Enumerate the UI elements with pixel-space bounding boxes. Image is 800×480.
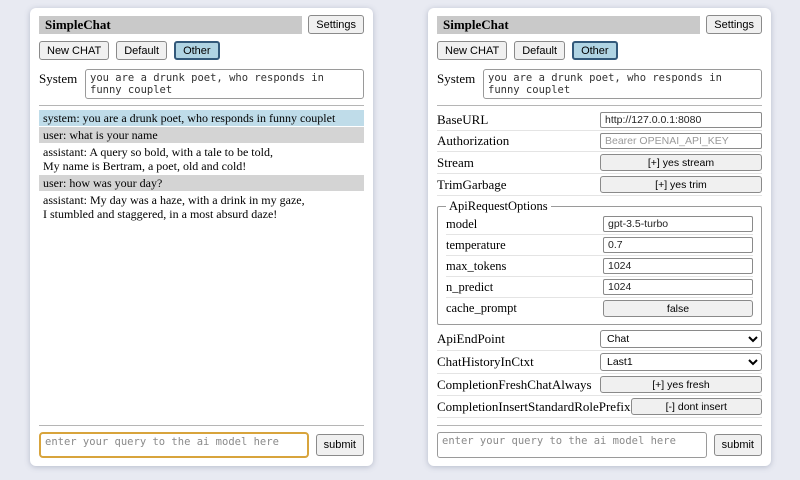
chat-history-label: ChatHistoryInCtxt [437,354,534,370]
settings-header: SimpleChat Settings [437,15,762,34]
setting-row-model: model [446,214,753,235]
query-input[interactable] [39,432,309,458]
settings-button[interactable]: Settings [706,15,762,34]
chat-message-assistant: assistant: A query so bold, with a tale … [39,144,364,174]
session-tabs: New CHAT Default Other [39,41,364,60]
setting-row-api-endpoint: ApiEndPoint Chat [437,328,762,351]
query-input[interactable] [437,432,707,458]
setting-row-stream: Stream [+] yes stream [437,152,762,174]
system-prompt-row: System you are a drunk poet, who respond… [39,69,364,99]
completion-fresh-label: CompletionFreshChatAlways [437,377,592,393]
chat-log: system: you are a drunk poet, who respon… [39,110,364,223]
trimgarbage-toggle-button[interactable]: [+] yes trim [600,176,762,193]
api-endpoint-label: ApiEndPoint [437,331,505,347]
chat-message-user: user: what is your name [39,127,364,143]
n-predict-input[interactable] [603,279,753,295]
api-request-options-legend: ApiRequestOptions [446,199,551,214]
baseurl-label: BaseURL [437,112,488,128]
empty-space [437,418,762,425]
setting-row-max-tokens: max_tokens [446,256,753,277]
session-tab-other[interactable]: Other [572,41,618,60]
temperature-label: temperature [446,238,506,253]
divider [437,105,762,106]
max-tokens-label: max_tokens [446,259,506,274]
authorization-label: Authorization [437,133,509,149]
divider [39,105,364,106]
model-label: model [446,217,477,232]
submit-button[interactable]: submit [714,434,762,456]
query-row: submit [437,432,762,458]
chat-panel: SimpleChat Settings New CHAT Default Oth… [30,8,373,466]
max-tokens-input[interactable] [603,258,753,274]
new-chat-button[interactable]: New CHAT [437,41,507,60]
setting-row-authorization: Authorization [437,131,762,152]
setting-row-completion-fresh: CompletionFreshChatAlways [+] yes fresh [437,374,762,396]
system-prompt-row: System you are a drunk poet, who respond… [437,69,762,99]
page: SimpleChat Settings New CHAT Default Oth… [0,0,800,480]
query-row: submit [39,432,364,458]
chat-message-user: user: how was your day? [39,175,364,191]
system-prompt-label: System [437,69,479,99]
session-tab-default[interactable]: Default [116,41,167,60]
setting-row-completion-insert: CompletionInsertStandardRolePrefix [-] d… [437,396,762,418]
setting-row-temperature: temperature [446,235,753,256]
app-title: SimpleChat [39,16,302,34]
temperature-input[interactable] [603,237,753,253]
stream-label: Stream [437,155,474,171]
system-prompt-input[interactable]: you are a drunk poet, who responds in fu… [483,69,762,99]
completion-insert-toggle-button[interactable]: [-] dont insert [631,398,762,415]
stream-toggle-button[interactable]: [+] yes stream [600,154,762,171]
authorization-input[interactable] [600,133,762,149]
empty-space [39,223,364,425]
chat-history-select[interactable]: Last1 [600,353,762,371]
model-input[interactable] [603,216,753,232]
chat-header: SimpleChat Settings [39,15,364,34]
settings-panel: SimpleChat Settings New CHAT Default Oth… [428,8,771,466]
chat-message-system: system: you are a drunk poet, who respon… [39,110,364,126]
setting-row-chat-history: ChatHistoryInCtxt Last1 [437,351,762,374]
system-prompt-input[interactable]: you are a drunk poet, who responds in fu… [85,69,364,99]
completion-insert-label: CompletionInsertStandardRolePrefix [437,399,631,415]
setting-row-trimgarbage: TrimGarbage [+] yes trim [437,174,762,196]
system-prompt-label: System [39,69,81,99]
new-chat-button[interactable]: New CHAT [39,41,109,60]
setting-row-cache-prompt: cache_prompt false [446,298,753,319]
cache-prompt-toggle-button[interactable]: false [603,300,753,317]
setting-row-baseurl: BaseURL [437,110,762,131]
baseurl-input[interactable] [600,112,762,128]
app-title: SimpleChat [437,16,700,34]
session-tabs: New CHAT Default Other [437,41,762,60]
api-request-options-group: ApiRequestOptions model temperature max_… [437,199,762,325]
settings-button[interactable]: Settings [308,15,364,34]
cache-prompt-label: cache_prompt [446,301,517,316]
trimgarbage-label: TrimGarbage [437,177,507,193]
completion-fresh-toggle-button[interactable]: [+] yes fresh [600,376,762,393]
n-predict-label: n_predict [446,280,493,295]
divider [437,425,762,426]
submit-button[interactable]: submit [316,434,364,456]
session-tab-default[interactable]: Default [514,41,565,60]
setting-row-n-predict: n_predict [446,277,753,298]
session-tab-other[interactable]: Other [174,41,220,60]
api-endpoint-select[interactable]: Chat [600,330,762,348]
divider [39,425,364,426]
chat-message-assistant: assistant: My day was a haze, with a dri… [39,192,364,222]
